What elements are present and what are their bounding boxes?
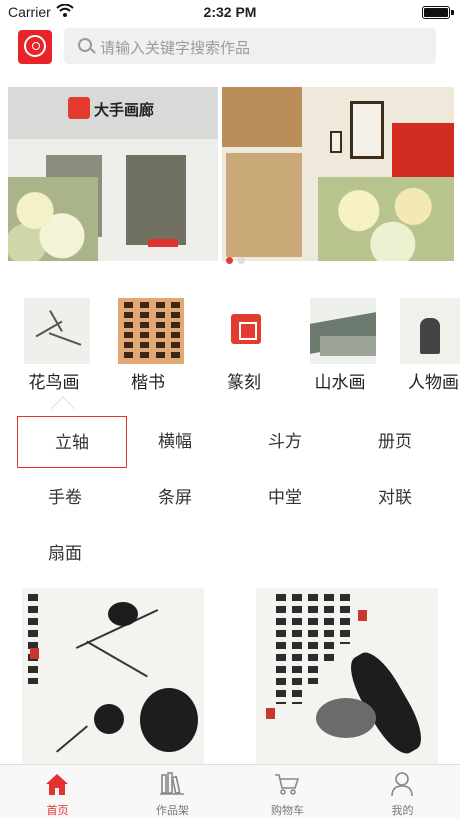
user-icon <box>391 772 413 797</box>
status-bar: Carrier 2:32 PM <box>0 0 460 24</box>
tab-home[interactable]: 首页 <box>0 765 115 818</box>
category-flower-bird[interactable]: 花鸟画 <box>12 296 96 393</box>
search-placeholder: 请输入关键字搜索作品 <box>100 39 251 57</box>
carousel-dot <box>238 257 245 264</box>
carousel-dot-active <box>226 257 233 264</box>
category-regular-script[interactable]: 楷书 <box>106 296 190 393</box>
category-label: 人物画 <box>408 373 459 392</box>
home-screen: Carrier 2:32 PM 请输入关键字搜索作品 大手画廊 花鸟画 楷书 篆… <box>0 0 460 818</box>
subcategory-item-album[interactable]: 册页 <box>340 416 450 468</box>
header: 请输入关键字搜索作品 <box>0 28 460 68</box>
subcategory-item-square[interactable]: 斗方 <box>230 416 340 468</box>
category-label: 篆刻 <box>227 373 261 393</box>
battery-icon <box>422 6 454 19</box>
category-label: 山水画 <box>314 373 366 393</box>
gallery-logo-icon[interactable] <box>18 30 52 64</box>
category-thumbnail <box>400 298 460 364</box>
shop-sign-text: 大手画廊 <box>94 101 155 119</box>
category-label: 楷书 <box>131 373 165 393</box>
subcategory-item-central-scroll[interactable]: 中堂 <box>230 472 340 524</box>
subcategory-item-horizontal[interactable]: 横幅 <box>120 416 230 468</box>
artwork-card[interactable] <box>22 588 204 764</box>
carousel-indicator <box>226 257 256 265</box>
search-input[interactable]: 请输入关键字搜索作品 <box>64 28 436 64</box>
category-thumbnail <box>24 298 90 364</box>
banner-photo-interior <box>222 87 454 261</box>
category-thumbnail <box>214 298 280 364</box>
subcategory-item-fan[interactable]: 扇面 <box>10 528 120 580</box>
subcategory-item-panel-set[interactable]: 条屏 <box>120 472 230 524</box>
category-thumbnail <box>310 298 376 364</box>
bookshelf-icon <box>160 772 184 795</box>
tab-label: 作品架 <box>156 804 189 817</box>
category-landscape[interactable]: 山水画 <box>298 296 382 393</box>
tab-bookshelf[interactable]: 作品架 <box>115 765 230 818</box>
category-figure[interactable]: 人物画 <box>394 296 460 392</box>
category-row: 花鸟画 楷书 篆刻 山水画 人物画 <box>0 296 460 396</box>
cart-icon <box>275 774 300 795</box>
clock: 2:32 PM <box>203 4 257 20</box>
subcategory-item-hanging-scroll[interactable]: 立轴 <box>17 416 127 468</box>
tab-label: 首页 <box>46 804 69 817</box>
tab-profile[interactable]: 我的 <box>345 765 460 818</box>
category-thumbnail <box>118 298 184 364</box>
category-seal-carving[interactable]: 篆刻 <box>202 296 286 393</box>
banner-carousel[interactable]: 大手画廊 <box>8 87 454 261</box>
subcategory-panel: 立轴 横幅 斗方 册页 手卷 条屏 中堂 对联 扇面 <box>10 396 450 580</box>
artwork-card[interactable] <box>256 588 438 764</box>
search-icon <box>78 38 92 52</box>
tab-label: 购物车 <box>271 804 304 817</box>
home-icon <box>46 774 68 795</box>
tab-label: 我的 <box>391 804 414 817</box>
subcategory-item-handscroll[interactable]: 手卷 <box>10 472 120 524</box>
tab-cart[interactable]: 购物车 <box>230 765 345 818</box>
tab-bar: 首页 作品架 购物车 我的 <box>0 764 460 818</box>
category-label: 花鸟画 <box>28 373 80 393</box>
shop-sign-logo-icon <box>68 97 90 119</box>
subcategory-item-couplet[interactable]: 对联 <box>340 472 450 524</box>
banner-photo-storefront: 大手画廊 <box>8 87 218 261</box>
